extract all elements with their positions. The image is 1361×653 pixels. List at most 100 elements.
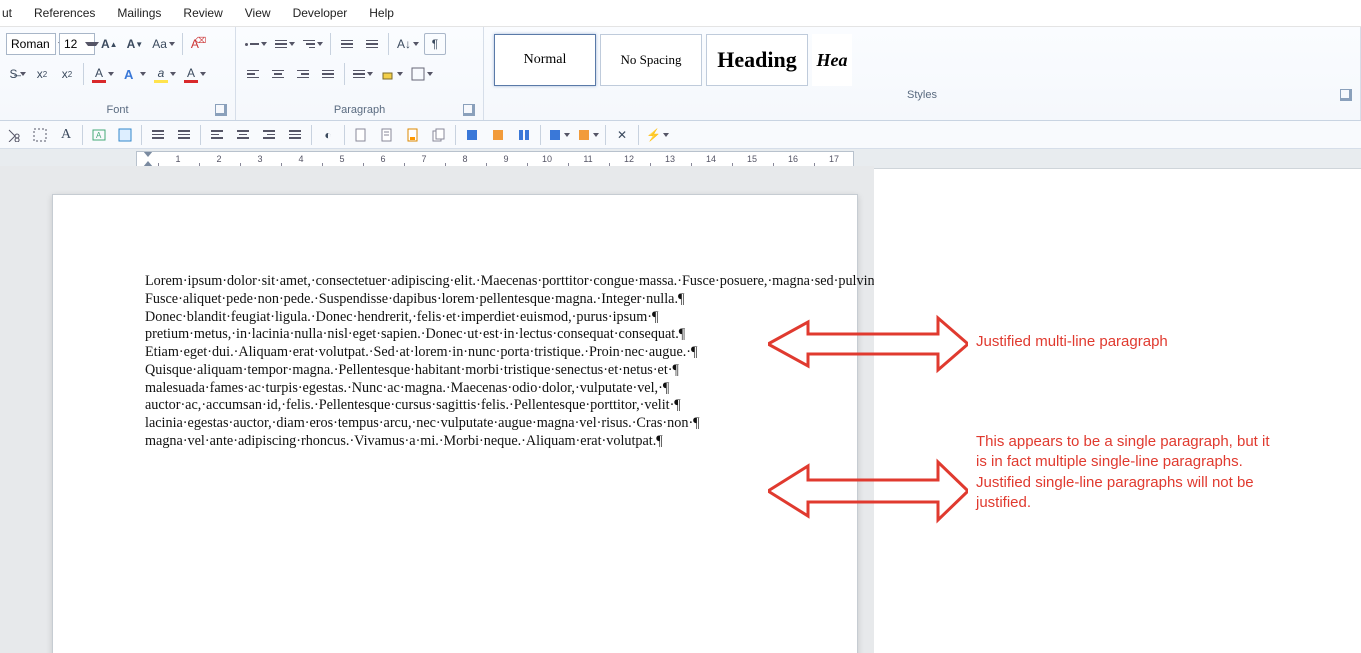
bullets-button[interactable] bbox=[242, 33, 269, 55]
qb-align-center-button[interactable] bbox=[231, 124, 255, 146]
menu-item-mailings[interactable]: Mailings bbox=[107, 4, 171, 22]
menu-bar: ut References Mailings Review View Devel… bbox=[0, 0, 1361, 27]
numbering-button[interactable] bbox=[272, 33, 297, 55]
align-left-button[interactable] bbox=[242, 63, 264, 85]
frame-icon bbox=[118, 128, 132, 142]
subscript-button[interactable]: x2 bbox=[31, 63, 53, 85]
svg-text:A: A bbox=[124, 67, 134, 82]
box-blue-icon bbox=[465, 128, 479, 142]
ruler-number: 9 bbox=[503, 154, 508, 164]
ruler-number: 13 bbox=[665, 154, 675, 164]
qb-page2-button[interactable] bbox=[375, 124, 399, 146]
styles-gallery[interactable]: Normal No Spacing Heading Hea bbox=[490, 31, 1354, 87]
menu-item-help[interactable]: Help bbox=[359, 4, 404, 22]
page-orange-icon bbox=[407, 128, 419, 142]
align-right-button[interactable] bbox=[292, 63, 314, 85]
style-normal[interactable]: Normal bbox=[494, 34, 596, 86]
qb-orange2-button[interactable] bbox=[574, 124, 601, 146]
superscript-button[interactable]: x2 bbox=[56, 63, 78, 85]
qb-blue2-button[interactable] bbox=[512, 124, 536, 146]
separator bbox=[344, 63, 345, 85]
ruler-number: 5 bbox=[339, 154, 344, 164]
paragraph-single-line[interactable]: Quisque·aliquam·tempor·magna.·Pellentesq… bbox=[145, 362, 803, 380]
ruler-number: 2 bbox=[216, 154, 221, 164]
menu-item-view[interactable]: View bbox=[235, 4, 281, 22]
qb-frame-button[interactable] bbox=[113, 124, 137, 146]
ruler-number: 7 bbox=[421, 154, 426, 164]
multilevel-list-button[interactable] bbox=[300, 33, 325, 55]
separator bbox=[82, 125, 83, 145]
style-heading[interactable]: Heading bbox=[706, 34, 808, 86]
font-size-combo[interactable]: 12 bbox=[59, 33, 95, 55]
line-spacing-button[interactable] bbox=[350, 63, 375, 85]
strikethrough-button[interactable]: S̶ bbox=[6, 63, 28, 85]
highlight-button[interactable]: a bbox=[151, 63, 178, 85]
menu-item-layout[interactable]: ut bbox=[2, 4, 22, 22]
shrink-font-button[interactable]: A▼ bbox=[124, 33, 147, 55]
increase-indent-button[interactable] bbox=[361, 33, 383, 55]
justify-button[interactable] bbox=[317, 63, 339, 85]
qb-newpage-button[interactable] bbox=[349, 124, 373, 146]
quick-access-toolbar: A A ◐ ✕ ⚡ bbox=[0, 121, 1361, 149]
page-icon bbox=[355, 128, 367, 142]
separator bbox=[182, 33, 183, 55]
first-line-indent-marker[interactable] bbox=[143, 151, 153, 157]
page-lines-icon bbox=[381, 128, 393, 142]
paragraph-single-line[interactable]: lacinia·egestas·auctor,·diam·eros·tempus… bbox=[145, 415, 803, 433]
paragraph-single-line[interactable]: magna·vel·ante·adipiscing·rhoncus.·Vivam… bbox=[145, 433, 803, 451]
ruler-number: 1 bbox=[175, 154, 180, 164]
qb-selectall-button[interactable] bbox=[28, 124, 52, 146]
qb-justify-button[interactable] bbox=[283, 124, 307, 146]
box-orange2-icon bbox=[577, 128, 591, 142]
qb-indent-right-button[interactable] bbox=[172, 124, 196, 146]
paragraph-single-line[interactable]: malesuada·fames·ac·turpis·egestas.·Nunc·… bbox=[145, 380, 803, 398]
styles-group-label: Styles bbox=[490, 87, 1354, 105]
decrease-indent-button[interactable] bbox=[336, 33, 358, 55]
paragraph-single-line[interactable]: Fusce·aliquet·pede·non·pede.·Suspendisse… bbox=[145, 291, 803, 309]
change-case-button[interactable]: Aa bbox=[149, 33, 177, 55]
paragraph-single-line[interactable]: pretium·metus,·in·lacinia·nulla·nisl·ege… bbox=[145, 326, 803, 344]
shading-button[interactable] bbox=[378, 63, 405, 85]
font-color-button[interactable]: A bbox=[89, 63, 116, 85]
qb-page-copy-button[interactable] bbox=[427, 124, 451, 146]
qb-font-a-button[interactable]: A bbox=[54, 124, 78, 146]
clear-formatting-button[interactable]: A⌫ bbox=[188, 33, 213, 55]
document-canvas: Lorem·ipsum·dolor·sit·amet,·consectetuer… bbox=[0, 166, 874, 653]
textbox-icon: A bbox=[92, 128, 106, 142]
qb-cut-button[interactable] bbox=[2, 124, 26, 146]
menu-item-developer[interactable]: Developer bbox=[283, 4, 358, 22]
show-hide-marks-button[interactable]: ¶ bbox=[424, 33, 446, 55]
qb-page-orange-button[interactable] bbox=[401, 124, 425, 146]
qb-indent-left-button[interactable] bbox=[146, 124, 170, 146]
paragraph-single-line[interactable]: auctor·ac,·accumsan·id,·felis.·Pellentes… bbox=[145, 397, 803, 415]
style-no-spacing[interactable]: No Spacing bbox=[600, 34, 702, 86]
align-center-button[interactable] bbox=[267, 63, 289, 85]
paragraph-single-line[interactable]: Donec·blandit·feugiat·ligula.·Donec·hend… bbox=[145, 309, 803, 327]
char-shading-button[interactable]: A bbox=[181, 63, 208, 85]
menu-item-references[interactable]: References bbox=[24, 4, 105, 22]
qb-align-right-button[interactable] bbox=[257, 124, 281, 146]
font-family-combo[interactable]: Roman bbox=[6, 33, 56, 55]
qb-orange1-button[interactable] bbox=[486, 124, 510, 146]
paragraph-single-line[interactable]: Etiam·eget·dui.·Aliquam·erat·volutpat.·S… bbox=[145, 344, 803, 362]
borders-button[interactable] bbox=[408, 63, 435, 85]
style-heading2-partial[interactable]: Hea bbox=[812, 34, 852, 86]
qb-close-button[interactable]: ✕ bbox=[610, 124, 634, 146]
sort-button[interactable]: A↓ bbox=[394, 33, 421, 55]
menu-item-review[interactable]: Review bbox=[173, 4, 232, 22]
font-size-value: 12 bbox=[60, 37, 81, 51]
paragraph-justified[interactable]: Lorem·ipsum·dolor·sit·amet,·consectetuer… bbox=[145, 273, 803, 291]
horizontal-ruler[interactable]: 1234567891011121314151617 bbox=[136, 151, 854, 167]
qb-lightning-button[interactable]: ⚡ bbox=[643, 124, 671, 146]
text-effects-button[interactable]: A bbox=[119, 63, 148, 85]
separator bbox=[605, 125, 606, 145]
qb-textbox-button[interactable]: A bbox=[87, 124, 111, 146]
copy-icon bbox=[432, 128, 446, 142]
qb-blue3-button[interactable] bbox=[545, 124, 572, 146]
qb-toggle-button[interactable]: ◐ bbox=[316, 124, 340, 146]
qb-align-left-button[interactable] bbox=[205, 124, 229, 146]
separator bbox=[330, 33, 331, 55]
document-page[interactable]: Lorem·ipsum·dolor·sit·amet,·consectetuer… bbox=[52, 194, 858, 653]
qb-blue1-button[interactable] bbox=[460, 124, 484, 146]
grow-font-button[interactable]: A▲ bbox=[98, 33, 121, 55]
